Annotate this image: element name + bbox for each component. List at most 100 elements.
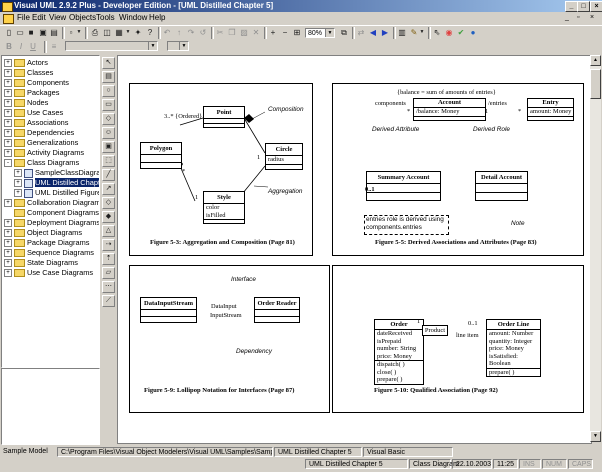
tree-item-activity-diagrams[interactable]: + Activity Diagrams [4, 148, 84, 158]
close-button[interactable]: × [590, 1, 602, 12]
wizard-icon[interactable]: ✦ [133, 28, 143, 37]
tree-item-sequence-diagrams[interactable]: + Sequence Diagrams [4, 248, 94, 258]
doc-icon[interactable] [3, 14, 14, 24]
tree-item-generalizations[interactable]: + Generalizations [4, 138, 78, 148]
tree-item-associations[interactable]: + Associations [4, 118, 69, 128]
expand-toggle[interactable]: + [4, 249, 12, 258]
expand-toggle[interactable]: + [4, 99, 12, 108]
tree-item-actors[interactable]: + Actors [4, 58, 48, 68]
navigate-icon[interactable]: ⇄ [356, 28, 366, 37]
diagram-canvas[interactable]: Point Polygon Circle radius Style color … [117, 55, 592, 444]
menu-view[interactable]: View [49, 12, 66, 24]
app-icon[interactable] [2, 2, 13, 12]
properties-pane[interactable] [1, 368, 100, 445]
class-data-input-stream[interactable]: DataInputStream [140, 297, 197, 323]
doc-close-button[interactable]: × [590, 12, 594, 24]
redo-icon[interactable]: ↷ [186, 28, 196, 37]
expand-toggle[interactable]: + [4, 149, 12, 158]
expand-toggle[interactable]: + [14, 179, 22, 188]
chevron-down-icon[interactable]: ▼ [148, 42, 157, 50]
class-polygon[interactable]: Polygon [140, 142, 182, 169]
expand-toggle[interactable]: + [4, 119, 12, 128]
expand-toggle[interactable]: + [4, 69, 12, 78]
scroll-down-icon[interactable]: ▼ [590, 431, 601, 442]
chevron-down-icon[interactable]: ▼ [325, 29, 334, 37]
component-tool-icon[interactable]: ▣ [102, 141, 115, 153]
zoom-in-icon[interactable]: + [268, 28, 278, 37]
class-circle[interactable]: Circle radius [265, 143, 303, 170]
expand-toggle[interactable]: + [4, 139, 12, 148]
font-select[interactable]: ▼ [65, 41, 158, 51]
tree-item-collaboration-diagrams[interactable]: + Collaboration Diagrams [4, 198, 99, 208]
open-icon[interactable]: ▭ [15, 28, 25, 37]
class-entry[interactable]: Entry amount: Money [527, 98, 574, 121]
expand-toggle[interactable]: + [4, 219, 12, 228]
menu-file[interactable]: File [17, 12, 30, 24]
color-icon[interactable]: ◉ [444, 28, 454, 37]
tree-item-state-diagrams[interactable]: + State Diagrams [4, 258, 78, 268]
cut-icon[interactable]: ✂ [215, 28, 225, 37]
menu-tools[interactable]: Tools [96, 12, 115, 24]
help-icon[interactable]: ? [145, 28, 155, 37]
tree-item-packages[interactable]: + Packages [4, 88, 59, 98]
save-icon[interactable]: ■ [26, 28, 36, 37]
tree-item-use-cases[interactable]: + Use Cases [4, 108, 63, 118]
expand-toggle[interactable]: + [4, 199, 12, 208]
tree-item-class-diagrams[interactable]: - Class Diagrams [4, 158, 79, 168]
class-style[interactable]: Style color isFilled [203, 191, 245, 224]
menu-edit[interactable]: Edit [32, 12, 46, 24]
association-tool-icon[interactable]: ╱ [102, 169, 115, 181]
paste-icon[interactable]: ▨ [239, 28, 249, 37]
class-account[interactable]: Account /balance: Money [413, 98, 486, 121]
zoom-select[interactable]: 80% ▼ [305, 28, 335, 38]
expand-toggle[interactable]: + [14, 189, 22, 198]
tree-item-sample-class-diagram[interactable]: +SampleClassDiagram1 [14, 168, 99, 178]
delete-icon[interactable]: ✕ [251, 28, 261, 37]
text-tool-icon[interactable]: ⟋ [102, 295, 115, 307]
expand-toggle[interactable]: + [4, 129, 12, 138]
directed-association-tool-icon[interactable]: ↗ [102, 183, 115, 195]
maximize-button[interactable]: □ [577, 1, 590, 12]
zoom-out-icon[interactable]: − [280, 28, 290, 37]
underline-icon[interactable]: U [28, 42, 38, 51]
tree-item-component-diagrams[interactable]: Component Diagrams [4, 208, 99, 218]
chevron-down-icon[interactable]: ▼ [179, 42, 188, 50]
folder-icon[interactable]: ▤ [49, 28, 59, 37]
copy-icon[interactable]: ❐ [227, 28, 237, 37]
interface-tool-icon[interactable]: ○ [102, 85, 115, 97]
expand-toggle[interactable]: + [4, 259, 12, 268]
tree-item-object-diagrams[interactable]: + Object Diagrams [4, 228, 82, 238]
class-point[interactable]: Point [203, 106, 245, 128]
class-summary-account[interactable]: Summary Account [366, 171, 441, 201]
expand-toggle[interactable]: + [14, 169, 22, 178]
print-preview-icon[interactable]: ◫ [102, 28, 112, 37]
dependency-tool-icon[interactable]: ⇢ [102, 239, 115, 251]
tree-item-use-case-diagrams[interactable]: + Use Case Diagrams [4, 268, 93, 278]
expand-toggle[interactable]: + [4, 59, 12, 68]
expand-toggle[interactable]: + [4, 229, 12, 238]
menu-objects[interactable]: Objects [69, 12, 96, 24]
menu-help[interactable]: Help [149, 12, 165, 24]
package-tool-icon[interactable]: ▭ [102, 99, 115, 111]
qualifier-box[interactable]: Product [422, 325, 448, 336]
expand-toggle[interactable]: + [4, 79, 12, 88]
vertical-scrollbar[interactable]: ▲ ▼ [590, 55, 601, 442]
align-icon[interactable]: ≡ [49, 42, 59, 51]
tree-item-package-diagrams[interactable]: + Package Diagrams [4, 238, 89, 248]
class-order-reader[interactable]: Order Reader [254, 297, 300, 323]
help-pointer-icon[interactable]: ⇖ [432, 28, 442, 37]
new-icon[interactable]: ▯ [4, 28, 14, 37]
undo-all-icon[interactable]: ↺ [198, 28, 208, 37]
node-tool-icon[interactable]: ⬚ [102, 155, 115, 167]
composition-tool-icon[interactable]: ◆ [102, 211, 115, 223]
tree-item-uml-distilled-chapter[interactable]: + UML Distilled Chapter [14, 178, 99, 188]
forward-icon[interactable]: ▶ [380, 28, 390, 37]
expand-toggle[interactable]: + [4, 89, 12, 98]
object-tool-icon[interactable]: ◇ [102, 113, 115, 125]
generalization-tool-icon[interactable]: △ [102, 225, 115, 237]
back-icon[interactable]: ◀ [368, 28, 378, 37]
expand-toggle[interactable]: + [4, 269, 12, 278]
expand-toggle[interactable]: + [4, 109, 12, 118]
undo-icon[interactable]: ↶ [162, 28, 172, 37]
class-order-line[interactable]: Order Line amount: Number quantity: Inte… [486, 319, 541, 377]
